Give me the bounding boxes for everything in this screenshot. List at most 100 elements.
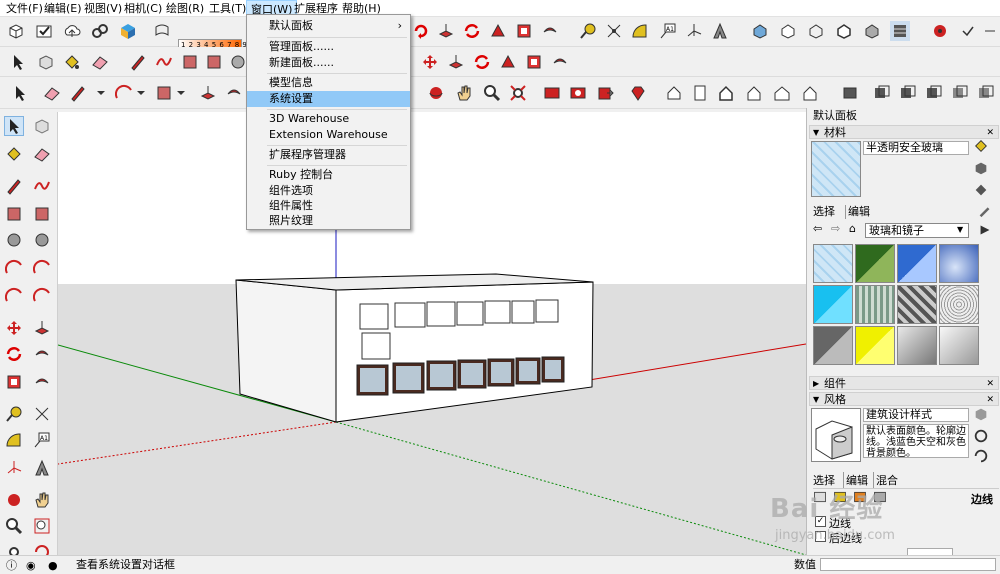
geo-icon[interactable]: ◉ <box>26 557 36 574</box>
make-component-icon[interactable] <box>32 116 52 136</box>
material-swatch[interactable] <box>897 244 937 283</box>
rectangle-icon[interactable] <box>4 204 24 224</box>
rotate-arrows-icon[interactable] <box>472 52 492 72</box>
follow-me-icon[interactable] <box>32 344 52 364</box>
pan-hand-icon[interactable] <box>32 490 52 510</box>
offset-tool-icon[interactable] <box>550 52 570 72</box>
menu-item-default-tray[interactable]: 默认面板 › <box>247 18 410 34</box>
library-select[interactable]: 玻璃和镜子 <box>865 223 969 238</box>
chevron-down-icon[interactable] <box>96 83 106 103</box>
move-tool-icon[interactable] <box>420 52 440 72</box>
menu-item-component-options[interactable]: 组件选项 <box>247 183 410 199</box>
follow-me-tool-icon[interactable] <box>498 52 518 72</box>
info-circle-icon[interactable]: ⓘ <box>6 557 17 574</box>
material-swatch[interactable] <box>855 326 895 365</box>
zoom-icon[interactable] <box>482 83 502 103</box>
section-cuts-icon[interactable] <box>898 83 918 103</box>
material-swatch[interactable] <box>813 285 853 324</box>
push-pull-icon[interactable] <box>32 318 52 338</box>
zoom-window-icon[interactable] <box>32 516 52 536</box>
link-icon[interactable] <box>90 21 110 41</box>
material-swatch[interactable] <box>855 285 895 324</box>
component-icon[interactable] <box>6 21 26 41</box>
offset-tool-icon[interactable] <box>224 83 244 103</box>
zoom-extents-icon[interactable] <box>508 83 528 103</box>
menu-item-model-info[interactable]: 模型信息 <box>247 75 410 91</box>
menu-edit[interactable]: 编辑(E) <box>40 0 86 17</box>
style-tab-select[interactable]: 选择 <box>813 472 835 488</box>
push-pull-tool-icon[interactable] <box>446 52 466 72</box>
offset-icon[interactable] <box>32 372 52 392</box>
section-fill-icon[interactable] <box>924 83 944 103</box>
3d-text-icon[interactable] <box>32 458 52 478</box>
tape-icon[interactable] <box>152 21 172 41</box>
measurements-input[interactable] <box>820 558 996 571</box>
menu-item-preferences[interactable]: 系统设置 <box>247 91 410 107</box>
photo-texture-icon[interactable] <box>568 83 588 103</box>
rotated-rectangle-icon[interactable] <box>32 204 52 224</box>
export-icon[interactable] <box>596 83 616 103</box>
material-swatch[interactable] <box>939 326 979 365</box>
eraser-icon[interactable] <box>90 52 110 72</box>
monochrome-icon[interactable] <box>930 21 950 41</box>
top-view-icon[interactable] <box>690 83 710 103</box>
dimension-icon[interactable] <box>604 21 624 41</box>
line-tool-icon[interactable] <box>68 83 88 103</box>
style-tab-edit[interactable]: 编辑 <box>843 472 868 488</box>
orbit-icon[interactable] <box>4 490 24 510</box>
pencil-icon[interactable] <box>128 52 148 72</box>
offset-icon[interactable] <box>514 21 534 41</box>
select-tool-icon[interactable] <box>4 116 24 136</box>
three-point-arc-icon[interactable] <box>4 286 24 306</box>
rotated-rectangle-icon[interactable] <box>204 52 224 72</box>
style-name-field[interactable]: 建筑设计样式 <box>863 408 969 422</box>
eyedropper-icon[interactable] <box>977 202 993 218</box>
shaded-textures-icon[interactable] <box>890 21 910 41</box>
text-tool-icon[interactable]: A1 <box>658 21 678 41</box>
chevron-down-icon[interactable] <box>176 83 186 103</box>
pan-hand-icon[interactable] <box>454 83 474 103</box>
check-model-icon[interactable] <box>34 21 54 41</box>
forward-arrow-icon[interactable]: ⇨ <box>831 222 840 235</box>
select-arrow-icon[interactable] <box>10 83 30 103</box>
details-arrow-icon[interactable] <box>977 222 993 238</box>
dimension-icon[interactable] <box>32 404 52 424</box>
pie-icon[interactable] <box>32 286 52 306</box>
ruby-gem-icon[interactable] <box>628 83 648 103</box>
follow-me-icon[interactable] <box>488 21 508 41</box>
xray-style-icon[interactable] <box>750 21 770 41</box>
back-arrow-icon[interactable]: ⇦ <box>813 222 822 235</box>
eraser-tool-icon[interactable] <box>42 83 62 103</box>
material-swatch[interactable] <box>813 244 853 283</box>
rectangle-icon[interactable] <box>180 52 200 72</box>
orbit-icon[interactable] <box>426 83 446 103</box>
scale-box-icon[interactable] <box>524 52 544 72</box>
material-swatch[interactable] <box>939 244 979 283</box>
tape-measure-icon[interactable] <box>578 21 598 41</box>
overflow-icon[interactable] <box>980 21 1000 41</box>
menu-item-component-attributes[interactable]: 组件属性 <box>247 198 410 214</box>
update-style-icon[interactable] <box>973 428 989 444</box>
menu-item-extension-manager[interactable]: 扩展程序管理器 <box>247 147 410 163</box>
upload-cloud-icon[interactable] <box>62 21 82 41</box>
3d-text-icon[interactable] <box>710 21 730 41</box>
freehand-icon[interactable] <box>32 176 52 196</box>
components-section-header[interactable]: ▶ 组件 ✕ <box>809 376 999 390</box>
pencil-icon[interactable] <box>4 176 24 196</box>
two-point-arc-icon[interactable] <box>32 258 52 278</box>
paint-bucket-icon[interactable] <box>62 52 82 72</box>
hidden-line-icon[interactable] <box>834 21 854 41</box>
freehand-icon[interactable] <box>154 52 174 72</box>
protractor-icon[interactable] <box>630 21 650 41</box>
style-tab-mix[interactable]: 混合 <box>873 472 898 488</box>
menu-camera[interactable]: 相机(C) <box>120 0 166 17</box>
rotate-icon[interactable] <box>4 344 24 364</box>
tab-edit[interactable]: 编辑 <box>845 205 870 219</box>
shape-tool-icon[interactable] <box>154 83 174 103</box>
back-view-icon[interactable] <box>772 83 792 103</box>
circle-icon[interactable] <box>228 52 248 72</box>
section-plane-icon[interactable] <box>840 83 860 103</box>
layers-icon[interactable] <box>950 83 970 103</box>
make-component-icon[interactable] <box>36 52 56 72</box>
push-pull-tool-icon[interactable] <box>198 83 218 103</box>
